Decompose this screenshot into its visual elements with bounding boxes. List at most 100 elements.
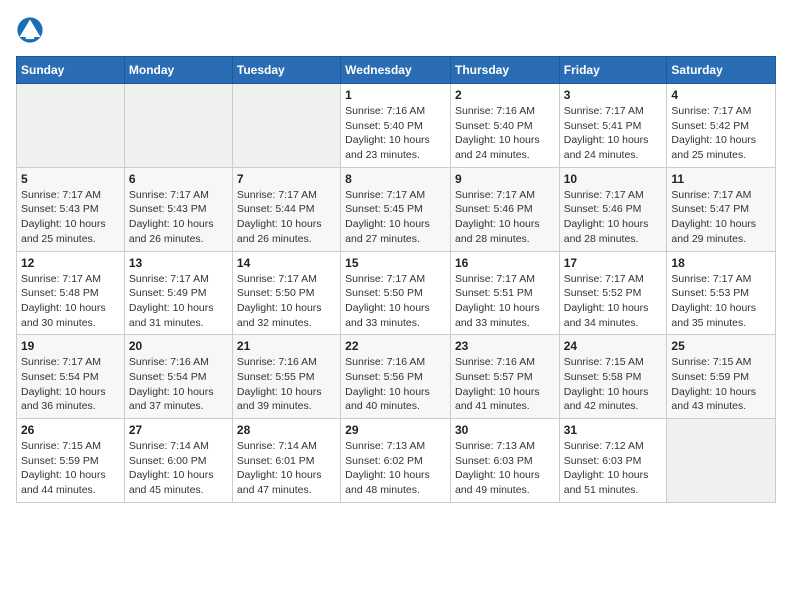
day-info: Sunrise: 7:17 AM Sunset: 5:50 PM Dayligh… — [345, 272, 446, 331]
day-info: Sunrise: 7:13 AM Sunset: 6:02 PM Dayligh… — [345, 439, 446, 498]
day-number: 24 — [564, 339, 663, 353]
day-number: 3 — [564, 88, 663, 102]
day-info: Sunrise: 7:14 AM Sunset: 6:00 PM Dayligh… — [129, 439, 228, 498]
day-info: Sunrise: 7:12 AM Sunset: 6:03 PM Dayligh… — [564, 439, 663, 498]
calendar-cell: 1 Sunrise: 7:16 AM Sunset: 5:40 PM Daylig… — [341, 84, 451, 168]
day-number: 9 — [455, 172, 555, 186]
day-info: Sunrise: 7:16 AM Sunset: 5:54 PM Dayligh… — [129, 355, 228, 414]
calendar-cell: 12 Sunrise: 7:17 AM Sunset: 5:48 PM Dayli… — [17, 251, 125, 335]
day-number: 8 — [345, 172, 446, 186]
day-info: Sunrise: 7:17 AM Sunset: 5:51 PM Dayligh… — [455, 272, 555, 331]
calendar-cell: 25Sunrise: 7:15 AM Sunset: 5:59 PM Dayli… — [667, 335, 776, 419]
day-number: 10 — [564, 172, 663, 186]
day-number: 21 — [237, 339, 336, 353]
day-header-saturday: Saturday — [667, 57, 776, 84]
calendar-cell — [17, 84, 125, 168]
calendar-cell: 4 Sunrise: 7:17 AM Sunset: 5:42 PM Daylig… — [667, 84, 776, 168]
day-info: Sunrise: 7:17 AM Sunset: 5:48 PM Dayligh… — [21, 272, 120, 331]
calendar-cell: 29 Sunrise: 7:13 AM Sunset: 6:02 PM Dayli… — [341, 419, 451, 503]
day-number: 6 — [129, 172, 228, 186]
calendar-cell: 2Sunrise: 7:16 AM Sunset: 5:40 PM Daylig… — [450, 84, 559, 168]
calendar-cell: 30 Sunrise: 7:13 AM Sunset: 6:03 PM Dayli… — [450, 419, 559, 503]
calendar-table: SundayMondayTuesdayWednesdayThursdayFrid… — [16, 56, 776, 503]
day-info: Sunrise: 7:17 AM Sunset: 5:42 PM Dayligh… — [671, 104, 771, 163]
day-number: 28 — [237, 423, 336, 437]
day-headers-row: SundayMondayTuesdayWednesdayThursdayFrid… — [17, 57, 776, 84]
calendar-cell: 21Sunrise: 7:16 AM Sunset: 5:55 PM Dayli… — [232, 335, 340, 419]
calendar-cell: 27Sunrise: 7:14 AM Sunset: 6:00 PM Dayli… — [124, 419, 232, 503]
calendar-cell — [232, 84, 340, 168]
calendar-cell: 31 Sunrise: 7:12 AM Sunset: 6:03 PM Dayli… — [559, 419, 667, 503]
calendar-cell — [124, 84, 232, 168]
day-header-tuesday: Tuesday — [232, 57, 340, 84]
calendar-cell: 3 Sunrise: 7:17 AM Sunset: 5:41 PM Daylig… — [559, 84, 667, 168]
week-row-4: 19Sunrise: 7:17 AM Sunset: 5:54 PM Dayli… — [17, 335, 776, 419]
day-number: 22 — [345, 339, 446, 353]
day-info: Sunrise: 7:17 AM Sunset: 5:46 PM Dayligh… — [564, 188, 663, 247]
day-number: 7 — [237, 172, 336, 186]
calendar-cell: 14 Sunrise: 7:17 AM Sunset: 5:50 PM Dayli… — [232, 251, 340, 335]
day-info: Sunrise: 7:16 AM Sunset: 5:56 PM Dayligh… — [345, 355, 446, 414]
day-info: Sunrise: 7:15 AM Sunset: 5:58 PM Dayligh… — [564, 355, 663, 414]
day-header-thursday: Thursday — [450, 57, 559, 84]
calendar-cell: 7 Sunrise: 7:17 AM Sunset: 5:44 PM Daylig… — [232, 167, 340, 251]
day-number: 16 — [455, 256, 555, 270]
day-header-sunday: Sunday — [17, 57, 125, 84]
day-number: 11 — [671, 172, 771, 186]
day-info: Sunrise: 7:16 AM Sunset: 5:57 PM Dayligh… — [455, 355, 555, 414]
calendar-cell: 5Sunrise: 7:17 AM Sunset: 5:43 PM Daylig… — [17, 167, 125, 251]
calendar-cell: 11 Sunrise: 7:17 AM Sunset: 5:47 PM Dayli… — [667, 167, 776, 251]
day-number: 20 — [129, 339, 228, 353]
day-number: 5 — [21, 172, 120, 186]
day-number: 13 — [129, 256, 228, 270]
calendar-cell: 26Sunrise: 7:15 AM Sunset: 5:59 PM Dayli… — [17, 419, 125, 503]
day-number: 12 — [21, 256, 120, 270]
day-number: 31 — [564, 423, 663, 437]
day-info: Sunrise: 7:17 AM Sunset: 5:44 PM Dayligh… — [237, 188, 336, 247]
day-number: 25 — [671, 339, 771, 353]
calendar-cell: 19Sunrise: 7:17 AM Sunset: 5:54 PM Dayli… — [17, 335, 125, 419]
day-number: 30 — [455, 423, 555, 437]
calendar-cell: 18 Sunrise: 7:17 AM Sunset: 5:53 PM Dayli… — [667, 251, 776, 335]
calendar-cell: 20 Sunrise: 7:16 AM Sunset: 5:54 PM Dayli… — [124, 335, 232, 419]
day-number: 17 — [564, 256, 663, 270]
week-row-3: 12 Sunrise: 7:17 AM Sunset: 5:48 PM Dayli… — [17, 251, 776, 335]
day-header-friday: Friday — [559, 57, 667, 84]
day-info: Sunrise: 7:17 AM Sunset: 5:47 PM Dayligh… — [671, 188, 771, 247]
day-number: 19 — [21, 339, 120, 353]
day-info: Sunrise: 7:17 AM Sunset: 5:53 PM Dayligh… — [671, 272, 771, 331]
calendar-cell: 13Sunrise: 7:17 AM Sunset: 5:49 PM Dayli… — [124, 251, 232, 335]
calendar-cell: 28 Sunrise: 7:14 AM Sunset: 6:01 PM Dayli… — [232, 419, 340, 503]
day-info: Sunrise: 7:17 AM Sunset: 5:46 PM Dayligh… — [455, 188, 555, 247]
day-info: Sunrise: 7:13 AM Sunset: 6:03 PM Dayligh… — [455, 439, 555, 498]
logo — [16, 16, 46, 44]
calendar-cell: 23 Sunrise: 7:16 AM Sunset: 5:57 PM Dayli… — [450, 335, 559, 419]
day-info: Sunrise: 7:17 AM Sunset: 5:41 PM Dayligh… — [564, 104, 663, 163]
calendar-cell — [667, 419, 776, 503]
day-info: Sunrise: 7:14 AM Sunset: 6:01 PM Dayligh… — [237, 439, 336, 498]
calendar-cell: 6Sunrise: 7:17 AM Sunset: 5:43 PM Daylig… — [124, 167, 232, 251]
day-info: Sunrise: 7:17 AM Sunset: 5:52 PM Dayligh… — [564, 272, 663, 331]
day-number: 14 — [237, 256, 336, 270]
day-info: Sunrise: 7:17 AM Sunset: 5:45 PM Dayligh… — [345, 188, 446, 247]
day-info: Sunrise: 7:17 AM Sunset: 5:50 PM Dayligh… — [237, 272, 336, 331]
day-info: Sunrise: 7:16 AM Sunset: 5:40 PM Dayligh… — [455, 104, 555, 163]
week-row-1: 1 Sunrise: 7:16 AM Sunset: 5:40 PM Daylig… — [17, 84, 776, 168]
day-number: 18 — [671, 256, 771, 270]
day-header-monday: Monday — [124, 57, 232, 84]
day-number: 29 — [345, 423, 446, 437]
logo-icon — [16, 16, 44, 44]
calendar-cell: 16 Sunrise: 7:17 AM Sunset: 5:51 PM Dayli… — [450, 251, 559, 335]
day-number: 26 — [21, 423, 120, 437]
calendar-cell: 24 Sunrise: 7:15 AM Sunset: 5:58 PM Dayli… — [559, 335, 667, 419]
calendar-cell: 9 Sunrise: 7:17 AM Sunset: 5:46 PM Daylig… — [450, 167, 559, 251]
day-number: 1 — [345, 88, 446, 102]
day-number: 23 — [455, 339, 555, 353]
day-header-wednesday: Wednesday — [341, 57, 451, 84]
day-info: Sunrise: 7:16 AM Sunset: 5:40 PM Dayligh… — [345, 104, 446, 163]
day-number: 4 — [671, 88, 771, 102]
calendar-cell: 15 Sunrise: 7:17 AM Sunset: 5:50 PM Dayli… — [341, 251, 451, 335]
day-number: 15 — [345, 256, 446, 270]
page-header — [16, 16, 776, 44]
calendar-cell: 8 Sunrise: 7:17 AM Sunset: 5:45 PM Daylig… — [341, 167, 451, 251]
